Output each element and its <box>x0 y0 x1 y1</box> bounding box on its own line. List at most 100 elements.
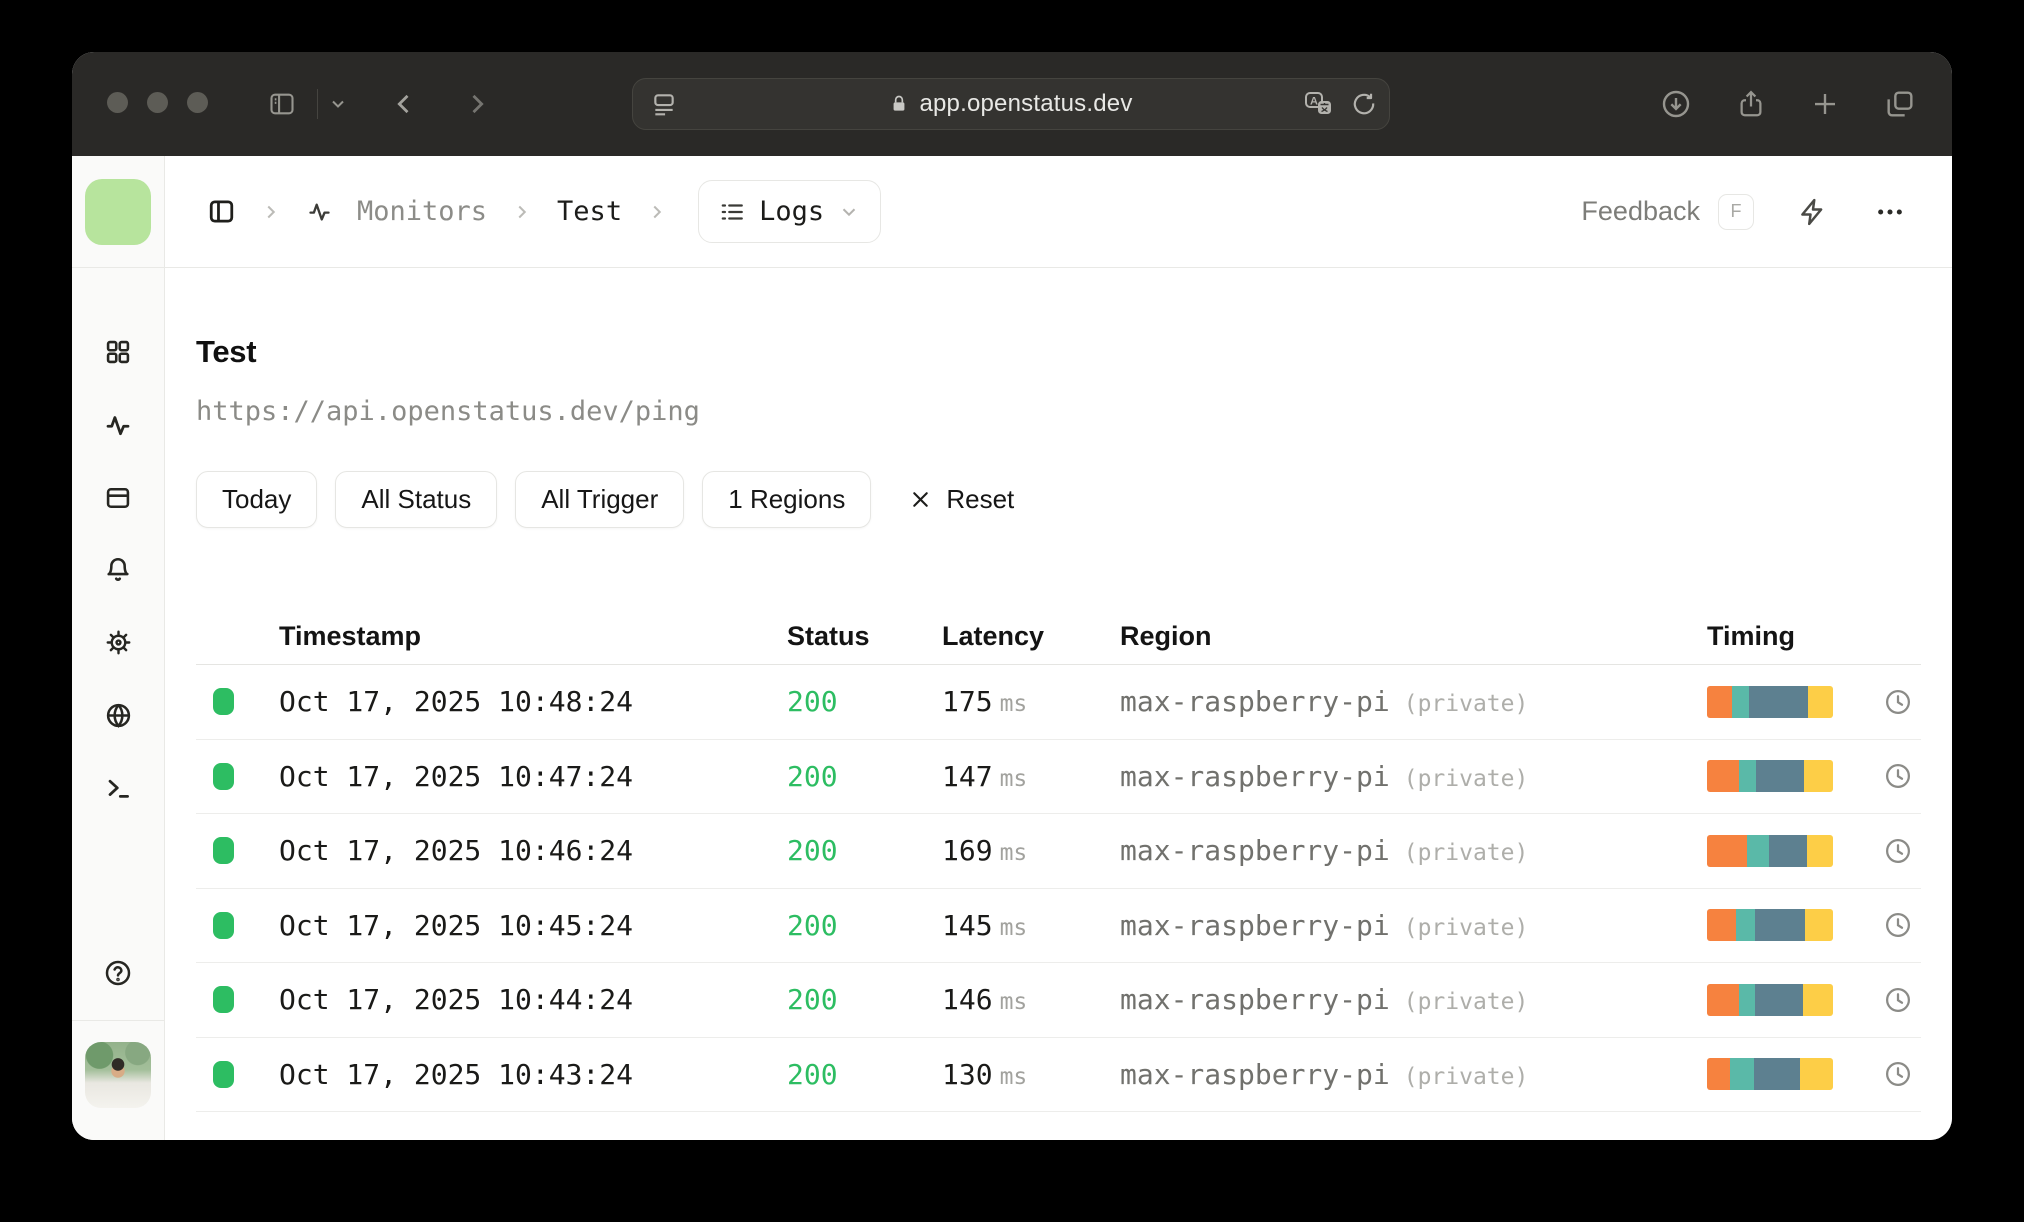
sidebar-item-settings[interactable] <box>104 628 133 657</box>
list-icon <box>719 199 745 225</box>
chevron-right-icon <box>260 201 282 223</box>
row-latency: 147 <box>942 759 993 793</box>
user-avatar[interactable] <box>85 1042 151 1108</box>
address-bar[interactable]: app.openstatus.dev A <box>632 78 1390 130</box>
timing-segment <box>1707 909 1736 942</box>
logs-view-label: Logs <box>759 196 825 227</box>
clock-icon[interactable] <box>1883 761 1913 791</box>
app-sidebar <box>72 156 165 1140</box>
column-header-status: Status <box>787 620 870 651</box>
timing-bar <box>1707 909 1833 942</box>
sidebar-chevron-down-icon[interactable] <box>328 52 348 156</box>
zoom-window-button[interactable] <box>187 92 208 113</box>
row-latency-unit: ms <box>999 989 1028 1016</box>
sidebar-item-help[interactable] <box>103 958 133 1020</box>
help-icon <box>105 960 131 986</box>
row-region: max-raspberry-pi <box>1120 834 1390 868</box>
status-dot-icon <box>213 688 234 716</box>
timing-segment <box>1732 685 1749 718</box>
ellipsis-icon[interactable] <box>1874 196 1906 228</box>
row-timestamp: Oct 17, 2025 10:44:24 <box>279 983 634 1017</box>
table-row[interactable]: Oct 17, 2025 10:44:24 200 146 ms max-rasp… <box>196 963 1921 1038</box>
browser-window: app.openstatus.dev A Monitors Test Logs … <box>72 52 1952 1140</box>
filter-trigger-button[interactable]: All Trigger <box>515 471 685 528</box>
table-row[interactable]: Oct 17, 2025 10:43:24 200 130 ms max-rasp… <box>196 1038 1921 1112</box>
translate-icon[interactable]: A <box>1303 90 1335 118</box>
timing-segment <box>1707 834 1748 867</box>
filter-regions-button[interactable]: 1 Regions <box>702 471 872 528</box>
timing-segment <box>1768 834 1807 867</box>
new-tab-icon[interactable] <box>1810 89 1840 119</box>
table-row[interactable]: Oct 17, 2025 10:45:24 200 145 ms max-rasp… <box>196 889 1921 963</box>
clock-icon[interactable] <box>1883 1059 1913 1089</box>
table-row[interactable]: Oct 17, 2025 10:48:24 200 175 ms max-rasp… <box>196 665 1921 740</box>
row-status-code: 200 <box>787 834 838 868</box>
row-status-code: 200 <box>787 908 838 942</box>
reset-filters-button[interactable]: Reset <box>909 484 1014 515</box>
sidebar-item-dashboard[interactable] <box>104 338 132 366</box>
card-icon <box>106 487 130 509</box>
timing-segment <box>1707 760 1739 793</box>
table-row[interactable]: Oct 17, 2025 10:46:24 200 169 ms max-rasp… <box>196 814 1921 889</box>
back-icon[interactable] <box>390 52 418 156</box>
filter-status-button[interactable]: All Status <box>335 471 498 528</box>
row-timestamp: Oct 17, 2025 10:46:24 <box>279 834 634 868</box>
timing-segment <box>1707 685 1733 718</box>
log-table: Timestamp Status Latency Region Timing O… <box>196 608 1921 1112</box>
feedback-button[interactable]: Feedback <box>1581 196 1700 227</box>
row-region: max-raspberry-pi <box>1120 983 1390 1017</box>
log-table-body: Oct 17, 2025 10:48:24 200 175 ms max-rasp… <box>196 665 1921 1112</box>
status-dot-icon <box>213 762 234 790</box>
grid-icon <box>106 340 130 364</box>
row-latency-unit: ms <box>999 765 1028 792</box>
row-status-code: 200 <box>787 983 838 1017</box>
clock-icon[interactable] <box>1883 687 1913 717</box>
logs-view-selector[interactable]: Logs <box>698 180 882 243</box>
timing-segment <box>1807 685 1833 718</box>
forward-icon[interactable] <box>463 52 491 156</box>
minimize-window-button[interactable] <box>147 92 168 113</box>
sidebar-item-status-pages[interactable] <box>104 484 132 512</box>
status-dot-icon <box>213 911 234 939</box>
reload-icon[interactable] <box>1351 91 1377 117</box>
sidebar-item-monitors[interactable] <box>103 410 133 440</box>
reader-icon[interactable] <box>651 79 677 129</box>
sidebar-item-notifications[interactable] <box>104 556 132 584</box>
activity-icon <box>106 416 130 436</box>
workspace-logo[interactable] <box>85 178 151 245</box>
bell-icon <box>107 557 129 581</box>
row-region-visibility: (private) <box>1403 989 1529 1016</box>
close-window-button[interactable] <box>107 92 128 113</box>
row-region-visibility: (private) <box>1403 1063 1529 1090</box>
sidebar-toggle-icon[interactable] <box>266 52 298 156</box>
chevron-right-icon <box>511 201 533 223</box>
zap-icon[interactable] <box>1798 197 1828 227</box>
clock-icon[interactable] <box>1883 910 1913 940</box>
clock-icon[interactable] <box>1883 985 1913 1015</box>
timing-segment <box>1805 909 1833 942</box>
breadcrumb-monitors[interactable]: Monitors <box>357 196 487 227</box>
address-text[interactable]: app.openstatus.dev <box>919 90 1132 118</box>
clock-icon[interactable] <box>1883 836 1913 866</box>
share-icon[interactable] <box>1736 88 1766 120</box>
row-status-code: 200 <box>787 759 838 793</box>
chevron-right-icon <box>646 201 668 223</box>
table-row[interactable]: Oct 17, 2025 10:47:24 200 147 ms max-rasp… <box>196 740 1921 814</box>
tab-overview-icon[interactable] <box>1884 88 1916 120</box>
sidebar-item-domains[interactable] <box>104 701 133 730</box>
timing-bar <box>1707 760 1833 793</box>
panel-left-icon[interactable] <box>207 197 236 226</box>
timing-segment <box>1748 685 1808 718</box>
sidebar-item-cli[interactable] <box>104 774 133 803</box>
timing-bar <box>1707 1058 1833 1091</box>
row-latency-unit: ms <box>999 1063 1028 1090</box>
traffic-lights[interactable] <box>107 92 208 113</box>
filter-date-button[interactable]: Today <box>196 471 318 528</box>
breadcrumb-monitor-name[interactable]: Test <box>557 196 622 227</box>
download-icon[interactable] <box>1660 88 1692 120</box>
timing-segment <box>1800 1058 1833 1091</box>
row-latency-unit: ms <box>999 691 1028 718</box>
timing-segment <box>1707 1058 1730 1091</box>
timing-segment <box>1707 983 1739 1016</box>
timing-segment <box>1802 983 1833 1016</box>
